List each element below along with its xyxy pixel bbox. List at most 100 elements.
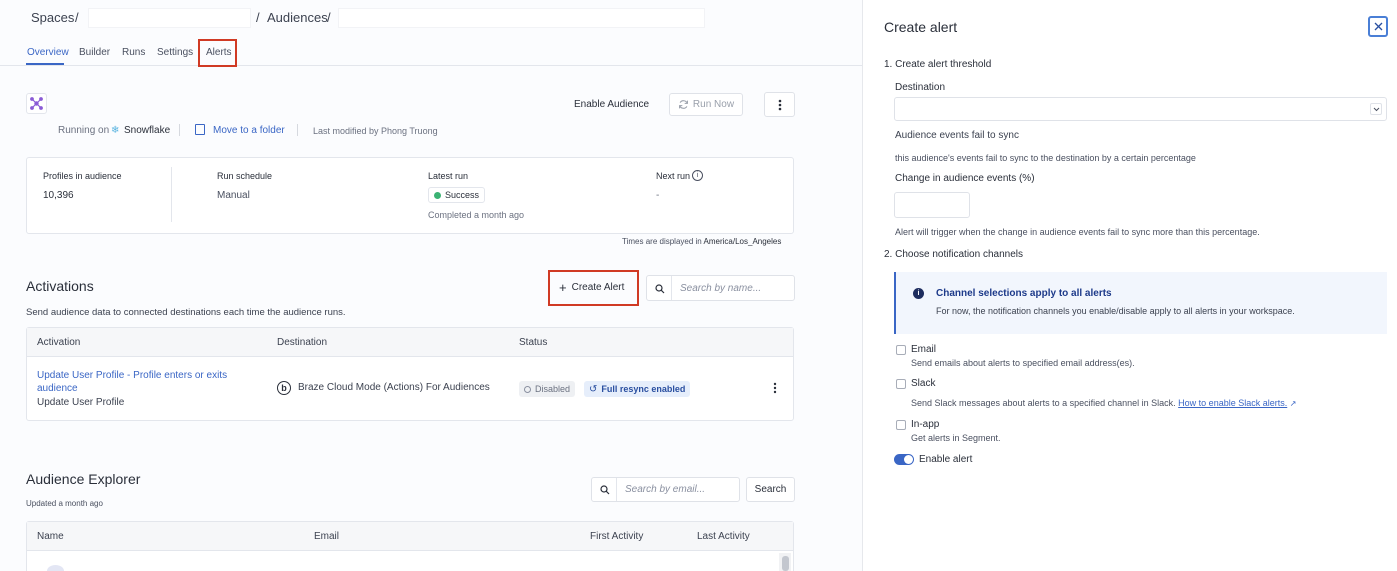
breadcrumb-space-name[interactable]: [88, 8, 251, 28]
disabled-label: Disabled: [535, 384, 571, 394]
destination-select[interactable]: [894, 97, 1387, 121]
create-alert-button[interactable]: + Create Alert: [559, 279, 625, 295]
breadcrumb-audience-name[interactable]: [338, 8, 705, 28]
resync-label: Full resync enabled: [601, 384, 686, 394]
email-search-placeholder: Search by email...: [625, 484, 706, 495]
success-dot-icon: [434, 191, 441, 199]
search-button[interactable]: Search: [746, 477, 795, 502]
braze-logo-icon: b: [277, 381, 291, 395]
slack-checkbox[interactable]: [896, 379, 906, 389]
email-checkbox[interactable]: [896, 345, 906, 355]
search-divider: [671, 276, 672, 300]
breadcrumb-separator: /: [75, 10, 79, 25]
destination-label: Destination: [895, 82, 946, 93]
scrollbar-thumb[interactable]: [782, 556, 789, 571]
create-alert-panel: Create alert 1. Create alert threshold D…: [862, 0, 1397, 571]
running-on-label: Running on: [58, 125, 110, 136]
tab-active-indicator: [26, 63, 64, 65]
disabled-icon: [524, 385, 531, 393]
column-header: Destination: [277, 337, 328, 348]
email-label: Email: [911, 344, 937, 355]
breadcrumb-audiences[interactable]: Audiences: [267, 10, 328, 25]
audience-icon: [26, 93, 47, 114]
email-search-input[interactable]: Search by email...: [591, 477, 740, 502]
info-desc: For now, the notification channels you e…: [936, 306, 1295, 316]
search-divider: [616, 478, 617, 501]
explorer-title: Audience Explorer: [26, 471, 141, 487]
tab-alerts[interactable]: Alerts: [206, 47, 232, 58]
breadcrumb-separator: /: [327, 10, 331, 25]
trigger-desc: Alert will trigger when the change in au…: [895, 227, 1260, 237]
divider: [297, 124, 298, 136]
activation-search-placeholder: Search by name...: [680, 283, 762, 294]
table-header: [27, 522, 793, 551]
email-desc: Send emails about alerts to specified em…: [911, 358, 1135, 368]
next-run-label: Next run: [656, 171, 691, 181]
activations-title: Activations: [26, 278, 94, 294]
stats-card: [26, 157, 794, 234]
tab-settings[interactable]: Settings: [157, 47, 193, 58]
move-to-folder-link[interactable]: Move to a folder: [213, 125, 285, 136]
more-options-button[interactable]: [764, 92, 795, 117]
avatar: [47, 565, 64, 571]
breadcrumb-spaces[interactable]: Spaces: [31, 10, 74, 25]
kebab-icon: [773, 382, 777, 394]
plus-icon: +: [559, 279, 567, 295]
enable-audience-label[interactable]: Enable Audience: [574, 99, 649, 110]
info-icon[interactable]: i: [692, 170, 703, 181]
inapp-checkbox[interactable]: [896, 420, 906, 430]
column-header: Email: [314, 531, 340, 542]
column-header: Name: [37, 531, 64, 542]
run-now-label: Run Now: [692, 99, 735, 110]
inapp-label: In-app: [911, 419, 940, 430]
step-1-title: 1. Create alert threshold: [884, 59, 992, 70]
activation-sub: Update User Profile: [37, 397, 125, 408]
profiles-label: Profiles in audience: [43, 171, 122, 181]
success-label: Success: [445, 190, 480, 200]
inapp-desc: Get alerts in Segment.: [911, 433, 1001, 443]
schedule-label: Run schedule: [217, 171, 273, 181]
folder-icon: [195, 124, 205, 135]
column-header: Status: [519, 337, 548, 348]
tab-runs[interactable]: Runs: [122, 47, 145, 58]
column-header: Last Activity: [697, 531, 750, 542]
next-run-value: -: [656, 190, 660, 201]
activation-search-input[interactable]: Search by name...: [646, 275, 795, 301]
column-header: Activation: [37, 337, 81, 348]
slack-desc-row: Send Slack messages about alerts to a sp…: [911, 398, 1296, 408]
info-title: Channel selections apply to all alerts: [936, 288, 1112, 299]
destination-name: Braze Cloud Mode (Actions) For Audiences: [298, 382, 490, 393]
run-now-button[interactable]: Run Now: [669, 93, 743, 116]
table-header: [27, 328, 793, 357]
tab-builder[interactable]: Builder: [79, 47, 110, 58]
external-link-icon: ↗: [1289, 399, 1297, 408]
close-button[interactable]: [1368, 16, 1388, 37]
slack-label: Slack: [911, 378, 936, 389]
search-icon: [600, 485, 610, 495]
resync-badge: ↺ Full resync enabled: [584, 381, 691, 397]
timezone-prefix: Times are displayed in: [622, 237, 702, 246]
disabled-badge: Disabled: [519, 381, 576, 397]
slack-help-link[interactable]: How to enable Slack alerts.: [1178, 398, 1287, 408]
schedule-value: Manual: [217, 190, 250, 201]
chevron-down-icon: [1370, 103, 1382, 115]
enable-alert-toggle[interactable]: [894, 454, 914, 465]
slack-desc: Send Slack messages about alerts to a sp…: [911, 398, 1176, 408]
change-label: Change in audience events (%): [895, 173, 1035, 184]
activation-name-link[interactable]: Update User Profile - Profile enters or …: [37, 370, 252, 395]
divider: [179, 124, 180, 136]
info-callout: [894, 272, 1387, 334]
refresh-icon: [678, 100, 688, 109]
tab-overview[interactable]: Overview: [27, 47, 69, 58]
row-menu-button[interactable]: [773, 382, 777, 397]
events-fail-label: Audience events fail to sync: [895, 130, 1019, 141]
panel-title: Create alert: [884, 19, 958, 35]
step-2-title: 2. Choose notification channels: [884, 249, 1023, 260]
close-icon: [1374, 22, 1382, 31]
events-fail-desc: this audience's events fail to sync to t…: [895, 153, 1196, 163]
last-modified: Last modified by Phong Truong: [313, 126, 438, 136]
snowflake-icon: ❄: [111, 125, 120, 136]
change-percent-input[interactable]: [894, 192, 970, 218]
create-alert-label: Create Alert: [571, 282, 625, 293]
main-content: Spaces / / Audiences / Overview Builder …: [0, 0, 862, 571]
